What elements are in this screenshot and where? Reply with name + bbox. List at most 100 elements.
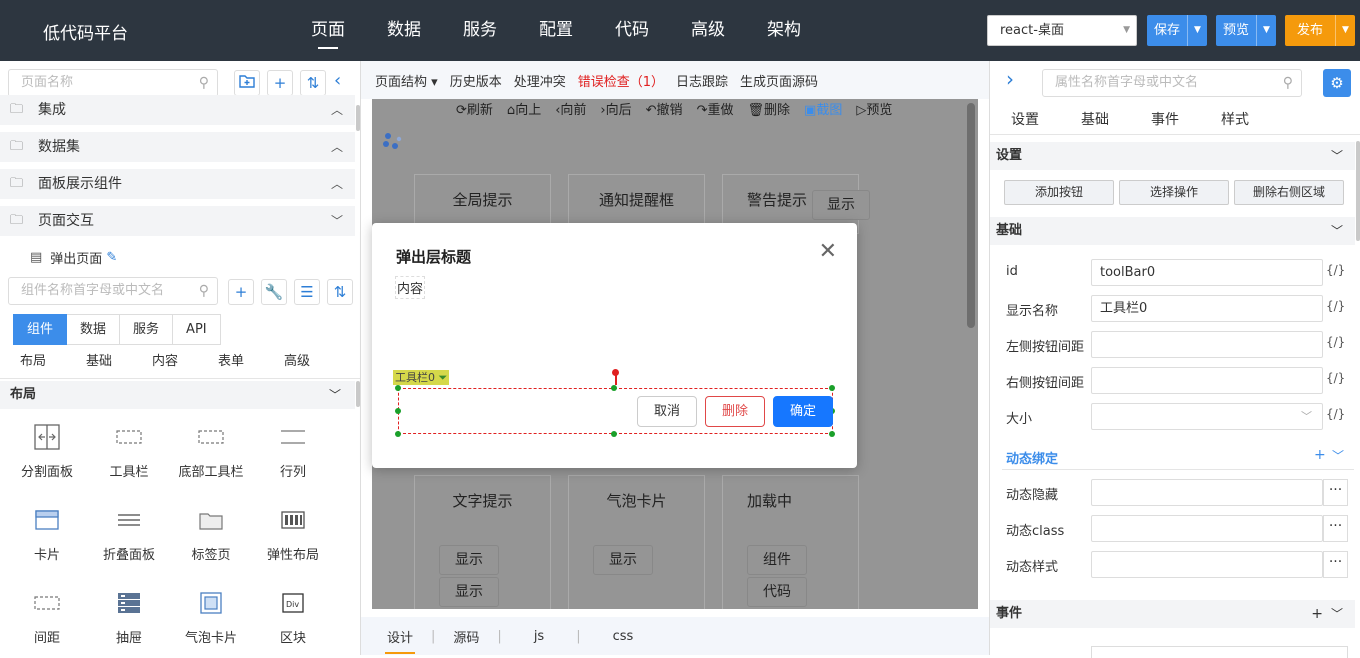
preview-canvas-button[interactable]: ▷预览 <box>856 99 892 121</box>
tab-js[interactable]: js <box>534 629 544 644</box>
component-toolbar[interactable]: 工具栏 <box>88 423 170 480</box>
component-bottom-toolbar[interactable]: 底部工具栏 <box>170 423 252 480</box>
generate-source-button[interactable]: 生成页面源码 <box>740 71 818 90</box>
code-binding-icon[interactable]: {/} <box>1326 299 1345 313</box>
component-row-col[interactable]: 行列 <box>252 423 334 480</box>
component-collapse[interactable]: 折叠面板 <box>88 506 170 563</box>
tree-folder-panel-display[interactable]: 🗀 面板展示组件 ︿ <box>0 169 355 199</box>
tab-data[interactable]: 数据 <box>67 314 121 345</box>
add-page-icon[interactable]: + <box>267 70 293 96</box>
code-binding-icon[interactable]: {/} <box>1326 407 1345 421</box>
save-dropdown-icon[interactable]: ▼ <box>1187 15 1207 46</box>
more-icon[interactable]: ··· <box>1323 515 1348 542</box>
subtab-content[interactable]: 内容 <box>132 349 198 378</box>
chevron-down-icon[interactable]: ﹀ <box>1332 447 1344 464</box>
tab-components[interactable]: 组件 <box>13 314 68 345</box>
tab-basic[interactable]: 基础 <box>1060 105 1130 134</box>
screenshot-button[interactable]: ▣截图 <box>804 99 842 121</box>
error-check-button[interactable]: 错误检查（1） <box>578 71 664 90</box>
tab-style[interactable]: 样式 <box>1200 105 1270 134</box>
nav-data[interactable]: 数据 <box>366 0 442 61</box>
nav-advanced[interactable]: 高级 <box>670 0 746 61</box>
more-icon[interactable]: ··· <box>1323 479 1348 506</box>
tab-design[interactable]: 设计 <box>384 627 416 654</box>
show-button[interactable]: 显示 <box>593 545 653 575</box>
log-trace-button[interactable]: 日志跟踪 <box>676 71 728 90</box>
component-split-panel[interactable]: 分割面板 <box>6 423 88 480</box>
subtab-layout[interactable]: 布局 <box>0 349 66 378</box>
select-action-button[interactable]: 选择操作 <box>1119 180 1229 205</box>
nav-page[interactable]: 页面 <box>290 0 366 61</box>
resize-handle[interactable] <box>395 408 401 414</box>
component-search-input[interactable]: 组件名称首字母或中文名 ⚲ <box>8 277 218 305</box>
resize-handle[interactable] <box>829 431 835 437</box>
component-div[interactable]: Div 区块 <box>252 589 334 646</box>
resolve-conflict-button[interactable]: 处理冲突 <box>514 71 566 90</box>
basic-section-header[interactable]: 基础 ﹀ <box>990 217 1355 245</box>
history-button[interactable]: 历史版本 <box>450 71 502 90</box>
subtab-form[interactable]: 表单 <box>198 349 264 378</box>
sort-icon[interactable]: ⇅ <box>300 70 326 96</box>
tree-folder-dataset[interactable]: 🗀 数据集 ︿ <box>0 132 355 162</box>
tab-source[interactable]: 源码 <box>453 627 479 646</box>
add-button-action[interactable]: 添加按钮 <box>1004 180 1114 205</box>
up-button[interactable]: ⌂向上 <box>507 99 541 121</box>
nav-code[interactable]: 代码 <box>594 0 670 61</box>
component-button[interactable]: 组件 <box>747 545 807 575</box>
page-search-input[interactable]: 页面名称 ⚲ <box>8 69 218 97</box>
nav-config[interactable]: 配置 <box>518 0 594 61</box>
undo-button[interactable]: ↶撤销 <box>646 99 683 121</box>
settings-section-header[interactable]: 设置 ﹀ <box>990 142 1355 170</box>
code-binding-icon[interactable]: {/} <box>1326 371 1345 385</box>
tab-events[interactable]: 事件 <box>1130 105 1200 134</box>
delete-button[interactable]: 🗑删除 <box>747 99 790 121</box>
tab-services[interactable]: 服务 <box>120 314 174 345</box>
component-flex-layout[interactable]: 弹性布局 <box>252 506 334 563</box>
show-button[interactable]: 显示 <box>812 190 870 220</box>
cancel-button[interactable]: 取消 <box>637 396 697 427</box>
canvas-scrollbar[interactable] <box>967 103 975 328</box>
back-button[interactable]: ›向后 <box>600 99 631 121</box>
subtab-basic[interactable]: 基础 <box>66 349 132 378</box>
preview-button[interactable]: 预览 <box>1216 15 1256 46</box>
list-indent-icon[interactable]: ☰ <box>294 279 320 305</box>
add-folder-icon[interactable] <box>234 70 260 96</box>
events-section-header[interactable]: 事件 + ﹀ <box>990 600 1355 628</box>
preview-dropdown-icon[interactable]: ▼ <box>1256 15 1276 46</box>
sort-icon[interactable]: ⇅ <box>327 279 353 305</box>
show-button[interactable]: 显示 <box>439 577 499 607</box>
tree-folder-integration[interactable]: 🗀 集成 ︿ <box>0 95 355 125</box>
collapse-left-icon[interactable]: ‹ <box>334 70 341 91</box>
forward-button[interactable]: ‹向前 <box>555 99 586 121</box>
resize-handle[interactable] <box>611 431 617 437</box>
close-icon[interactable]: ✕ <box>819 239 837 264</box>
component-scrollbar[interactable] <box>356 381 360 407</box>
gear-icon[interactable]: ⚙ <box>1323 69 1351 97</box>
show-button[interactable]: 显示 <box>439 545 499 575</box>
component-spacing[interactable]: 间距 <box>6 589 88 646</box>
tab-css[interactable]: css <box>613 629 634 644</box>
collapse-right-icon[interactable]: › <box>1006 67 1014 91</box>
dynamic-style-input[interactable] <box>1091 551 1323 578</box>
tab-settings[interactable]: 设置 <box>990 105 1060 134</box>
ok-button[interactable]: 确定 <box>773 396 833 427</box>
resize-handle[interactable] <box>611 385 617 391</box>
tree-scrollbar[interactable] <box>356 105 360 131</box>
subtab-advanced[interactable]: 高级 <box>264 349 330 378</box>
delete-right-area-button[interactable]: 删除右侧区域 <box>1234 180 1344 205</box>
nav-architecture[interactable]: 架构 <box>746 0 822 61</box>
property-scrollbar[interactable] <box>1356 141 1360 241</box>
component-card[interactable]: 卡片 <box>6 506 88 563</box>
code-binding-icon[interactable]: {/} <box>1326 335 1345 349</box>
rotate-handle-knob[interactable] <box>612 369 619 376</box>
resize-handle[interactable] <box>395 385 401 391</box>
size-select[interactable]: ﹀ <box>1091 403 1323 430</box>
layout-section-header[interactable]: 布局 ﹀ <box>0 381 355 409</box>
page-item-popup[interactable]: ▤ 弹出页面 ✎ <box>30 248 117 267</box>
property-search-input[interactable]: 属性名称首字母或中文名 ⚲ <box>1042 69 1302 97</box>
tab-api[interactable]: API <box>173 314 221 345</box>
dynamic-class-input[interactable] <box>1091 515 1323 542</box>
publish-button[interactable]: 发布 <box>1285 15 1335 46</box>
add-event-icon[interactable]: + <box>1311 600 1323 628</box>
dynamic-hidden-input[interactable] <box>1091 479 1323 506</box>
